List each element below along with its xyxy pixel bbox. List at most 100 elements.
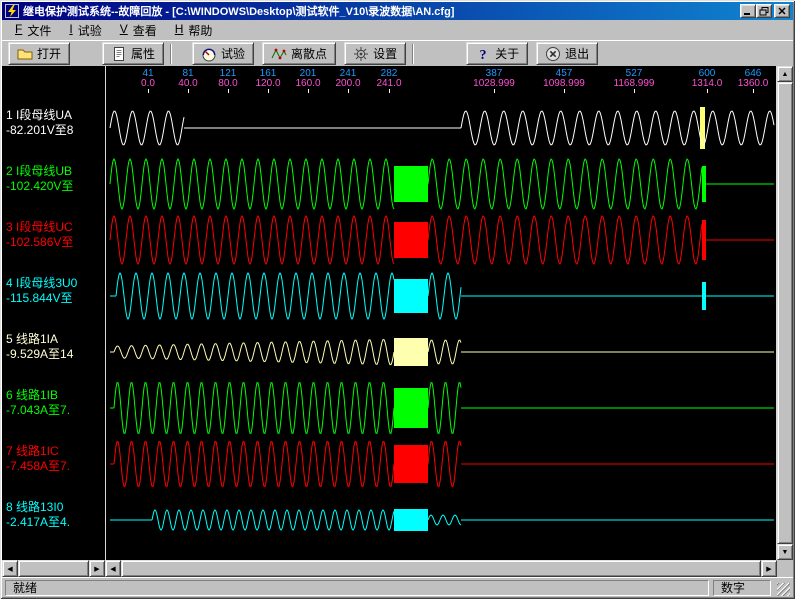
open-folder-icon <box>17 46 33 62</box>
restore-button[interactable] <box>756 4 772 18</box>
client-area: 1 I段母线UA-82.201V至8 2 I段母线UB-102.420V至 3 I段… <box>2 66 793 560</box>
menu-item-test[interactable]: I试验 <box>60 20 110 41</box>
vertical-scroll-thumb[interactable] <box>777 82 793 544</box>
close-button[interactable] <box>774 4 790 18</box>
cursor-marker <box>702 166 706 202</box>
waveform-area[interactable]: 410.08140.012180.0161120.0201160.0241200… <box>105 66 777 560</box>
menu-item-label: 帮助 <box>188 22 212 39</box>
app-window: 继电保护测试系统--故障回放 - [C:\WINDOWS\Desktop\测试软… <box>0 0 795 599</box>
label-scroll-left-button[interactable]: ◀ <box>2 560 18 577</box>
toolbar: 打开 属性 试验 离散点 设置? 关于 退出 <box>2 40 793 66</box>
channel-range: -9.529A至14 <box>6 347 73 362</box>
svg-text:?: ? <box>480 48 487 62</box>
menu-accelerator: F <box>15 22 22 39</box>
status-num-text: 数字 <box>721 579 745 596</box>
properties-icon <box>111 46 127 62</box>
waveform-trace-3 <box>110 216 774 264</box>
cursor-marker <box>702 220 706 260</box>
toolbar-button-label: 属性 <box>131 45 155 62</box>
menu-item-view[interactable]: V 查看 <box>111 20 166 41</box>
waveform-trace-8 <box>110 510 774 530</box>
dense-waveform-block <box>394 388 428 428</box>
toolbar-button-label: 试验 <box>221 45 245 62</box>
dense-waveform-block <box>394 338 428 366</box>
channel-name: 1 I段母线UA <box>6 108 73 123</box>
scroll-up-button[interactable]: ▲ <box>777 66 793 82</box>
title-bar-buttons <box>740 4 790 18</box>
channel-3-label: 3 I段母线UC-102.586V至 <box>6 220 73 250</box>
scroll-down-button[interactable]: ▼ <box>777 544 793 560</box>
label-panel-scrollbar[interactable]: ◀ ▶ <box>2 560 105 577</box>
resize-grip[interactable] <box>777 583 790 596</box>
status-ready-pane: 就绪 <box>5 580 709 596</box>
test-gauge-icon <box>201 46 217 62</box>
channel-range: -7.043A至7. <box>6 403 70 418</box>
toolbar-button-label: 退出 <box>565 45 589 62</box>
dense-waveform-block <box>394 279 428 313</box>
channel-8-label: 8 线路13I0-2.417A至4. <box>6 500 70 530</box>
toolbar-button-label: 关于 <box>495 45 519 62</box>
toolbar-button-exit[interactable]: 退出 <box>536 42 598 65</box>
waveform-trace-4 <box>110 273 774 319</box>
minimize-button[interactable] <box>740 4 756 18</box>
channel-1-label: 1 I段母线UA-82.201V至8 <box>6 108 73 138</box>
title-bar: 继电保护测试系统--故障回放 - [C:\WINDOWS\Desktop\测试软… <box>2 2 793 20</box>
dense-waveform-block <box>394 166 428 202</box>
horizontal-scroll-row: ◀ ▶ ◀ ▶ <box>2 560 793 577</box>
exit-icon <box>545 46 561 62</box>
dense-waveform-block <box>394 222 428 258</box>
wave-scroll-thumb[interactable] <box>121 560 761 577</box>
toolbar-button-open[interactable]: 打开 <box>8 42 70 65</box>
discrete-points-icon <box>271 46 287 62</box>
toolbar-button-discrete-points[interactable]: 离散点 <box>262 42 336 65</box>
channel-name: 4 I段母线3U0 <box>6 276 77 291</box>
dense-waveform-block <box>394 509 428 531</box>
menu-item-help[interactable]: H帮助 <box>166 20 222 41</box>
channel-name: 5 线路1IA <box>6 332 73 347</box>
waveform-trace-5 <box>110 340 774 365</box>
channel-range: -82.201V至8 <box>6 123 73 138</box>
channel-range: -102.586V至 <box>6 235 73 250</box>
waveform-scrollbar[interactable]: ◀ ▶ <box>105 560 777 577</box>
channel-name: 7 线路1IC <box>6 444 70 459</box>
channel-5-label: 5 线路1IA-9.529A至14 <box>6 332 73 362</box>
app-icon[interactable] <box>5 4 19 18</box>
window-title: 继电保护测试系统--故障回放 - [C:\WINDOWS\Desktop\测试软… <box>23 3 740 19</box>
channel-range: -2.417A至4. <box>6 515 70 530</box>
waveform-trace-2 <box>110 159 774 209</box>
channel-name: 2 I段母线UB <box>6 164 73 179</box>
wave-scroll-right-button[interactable]: ▶ <box>761 560 777 577</box>
channel-name: 3 I段母线UC <box>6 220 73 235</box>
dense-waveform-block <box>394 445 428 483</box>
channel-7-label: 7 线路1IC-7.458A至7. <box>6 444 70 474</box>
channel-label-panel: 1 I段母线UA-82.201V至8 2 I段母线UB-102.420V至 3 I段… <box>2 66 105 560</box>
toolbar-button-settings[interactable]: 设置 <box>344 42 406 65</box>
waveform-trace-7 <box>110 442 774 487</box>
toolbar-button-label: 设置 <box>373 45 397 62</box>
menu-accelerator: V <box>120 22 128 39</box>
label-scroll-thumb[interactable] <box>18 560 89 577</box>
vertical-scrollbar[interactable]: ▲ ▼ <box>777 66 793 560</box>
status-bar: 就绪 数字 <box>2 577 793 597</box>
toolbar-separator <box>170 44 172 64</box>
menu-bar: F文件I试验 V 查看 H帮助 <box>2 20 793 40</box>
wave-scroll-left-button[interactable]: ◀ <box>105 560 121 577</box>
scrollbar-corner <box>777 560 793 577</box>
channel-range: -7.458A至7. <box>6 459 70 474</box>
channel-2-label: 2 I段母线UB-102.420V至 <box>6 164 73 194</box>
toolbar-button-test[interactable]: 试验 <box>192 42 254 65</box>
toolbar-button-properties[interactable]: 属性 <box>102 42 164 65</box>
channel-name: 8 线路13I0 <box>6 500 70 515</box>
waveform-plot[interactable] <box>106 66 776 560</box>
toolbar-button-label: 离散点 <box>291 45 327 62</box>
menu-item-file[interactable]: F文件 <box>6 20 60 41</box>
channel-6-label: 6 线路1IB-7.043A至7. <box>6 388 70 418</box>
settings-icon <box>353 46 369 62</box>
status-ready-text: 就绪 <box>13 579 37 596</box>
toolbar-button-about[interactable]: ? 关于 <box>466 42 528 65</box>
menu-accelerator: H <box>175 22 184 39</box>
label-scroll-right-button[interactable]: ▶ <box>89 560 105 577</box>
about-question-icon: ? <box>475 46 491 62</box>
toolbar-separator <box>412 44 414 64</box>
menu-item-label: 查看 <box>133 22 157 39</box>
